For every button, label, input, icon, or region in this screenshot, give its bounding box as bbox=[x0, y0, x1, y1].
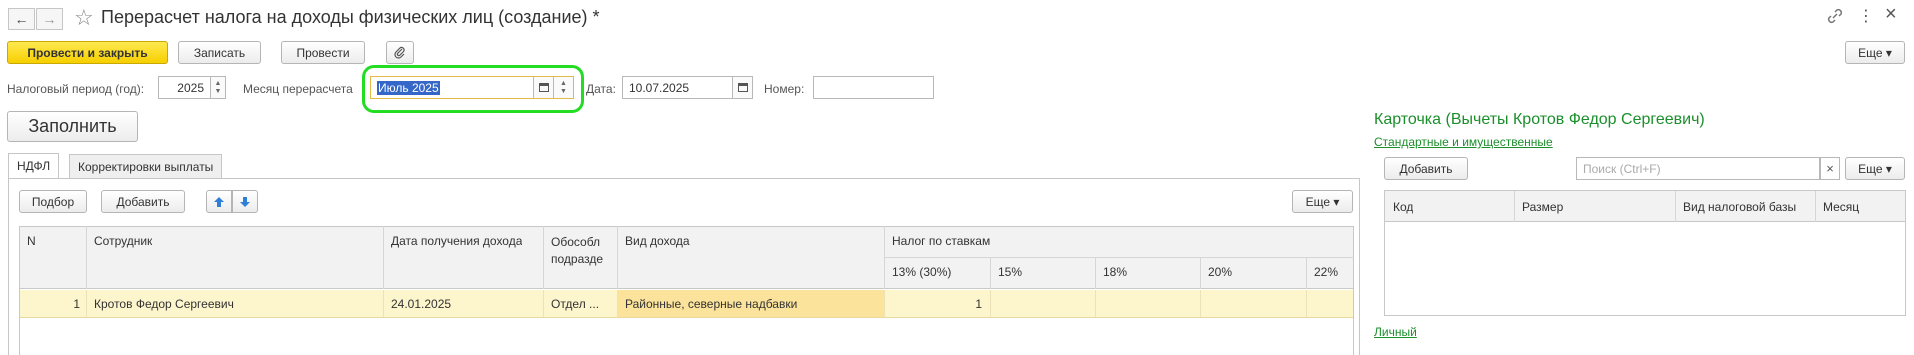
back-button[interactable]: ← bbox=[8, 8, 35, 30]
forward-arrow-icon: → bbox=[42, 11, 57, 27]
clear-icon: × bbox=[1826, 161, 1834, 176]
card-more-button[interactable]: Еще ▾ bbox=[1845, 157, 1905, 180]
row-divider bbox=[884, 290, 885, 317]
post-button[interactable]: Провести bbox=[281, 41, 365, 64]
tax-period-stepper[interactable]: ▲ ▼ bbox=[211, 76, 226, 99]
card-col-month[interactable]: Месяц bbox=[1823, 200, 1859, 214]
card-col-tax-base[interactable]: Вид налоговой базы bbox=[1683, 200, 1796, 214]
header-divider bbox=[1675, 191, 1676, 222]
paperclip-icon bbox=[394, 46, 405, 59]
personal-deduction-link[interactable]: Личный bbox=[1374, 325, 1417, 339]
col-header-rate-18[interactable]: 18% bbox=[1103, 265, 1127, 279]
row-divider bbox=[1306, 290, 1307, 317]
tax-period-value: 2025 bbox=[177, 80, 204, 95]
row-divider bbox=[1095, 290, 1096, 317]
attach-button[interactable] bbox=[386, 41, 414, 64]
month-stepper[interactable]: ▲ ▼ bbox=[554, 76, 574, 99]
tax-period-field[interactable]: 2025 bbox=[158, 76, 211, 99]
month-label: Месяц перерасчета bbox=[243, 82, 353, 96]
col-header-tax-by-rates: Налог по ставкам bbox=[892, 234, 991, 248]
add-row-button[interactable]: Добавить bbox=[101, 190, 185, 213]
tax-period-label: Налоговый период (год): bbox=[7, 82, 145, 96]
row-divider bbox=[543, 290, 544, 317]
row-divider bbox=[86, 290, 87, 317]
back-arrow-icon: ← bbox=[14, 11, 29, 27]
favorite-star-icon[interactable]: ☆ bbox=[74, 5, 94, 31]
header-divider bbox=[1514, 191, 1515, 222]
header-divider bbox=[1815, 191, 1816, 222]
header-divider bbox=[543, 226, 544, 289]
save-button[interactable]: Записать bbox=[178, 41, 261, 64]
chevron-down-icon: ▼ bbox=[560, 87, 567, 95]
date-field[interactable]: 10.07.2025 bbox=[622, 76, 733, 99]
col-header-rate-22[interactable]: 22% bbox=[1314, 265, 1338, 279]
month-field[interactable]: Июль 2025 bbox=[370, 76, 534, 99]
header-divider bbox=[86, 226, 87, 289]
standard-deductions-link[interactable]: Стандартные и имущественные bbox=[1374, 135, 1553, 149]
row-divider bbox=[617, 290, 618, 317]
select-button[interactable]: Подбор bbox=[19, 190, 87, 213]
card-title: Карточка (Вычеты Кротов Федор Сергеевич) bbox=[1374, 111, 1705, 128]
month-value: Июль 2025 bbox=[377, 80, 440, 95]
link-icon[interactable] bbox=[1826, 7, 1844, 25]
date-value: 10.07.2025 bbox=[629, 80, 690, 95]
cell-n: 1 bbox=[73, 297, 80, 311]
header-divider bbox=[383, 226, 384, 289]
clear-search-button[interactable]: × bbox=[1820, 157, 1840, 180]
col-header-rate-20[interactable]: 20% bbox=[1208, 265, 1232, 279]
more-button[interactable]: Еще ▾ bbox=[1845, 41, 1905, 64]
col-header-n[interactable]: N bbox=[27, 234, 36, 248]
chevron-up-icon: ▲ bbox=[560, 79, 567, 87]
cell-income-type: Районные, северные надбавки bbox=[625, 297, 798, 311]
calendar-icon bbox=[737, 83, 748, 92]
header-divider bbox=[1200, 257, 1201, 289]
col-header-division[interactable]: Обособл подразде bbox=[551, 234, 613, 268]
search-placeholder: Поиск (Ctrl+F) bbox=[1583, 161, 1661, 176]
card-col-code[interactable]: Код bbox=[1393, 200, 1413, 214]
card-add-button[interactable]: Добавить bbox=[1384, 157, 1468, 180]
tab-payment-corrections[interactable]: Корректировки выплаты bbox=[69, 154, 223, 178]
col-header-income-type[interactable]: Вид дохода bbox=[625, 234, 690, 248]
move-down-button[interactable] bbox=[232, 190, 258, 213]
header-divider bbox=[1306, 257, 1307, 289]
card-grid: Код Размер Вид налоговой базы Месяц bbox=[1384, 190, 1906, 316]
header-subdivider bbox=[884, 257, 1354, 258]
more-menu-icon[interactable]: ⋮ bbox=[1858, 6, 1874, 26]
col-header-income-date[interactable]: Дата получения дохода bbox=[391, 234, 522, 248]
cell-income-date: 24.01.2025 bbox=[391, 297, 452, 311]
table-row[interactable]: 1 Кротов Федор Сергеевич 24.01.2025 Отде… bbox=[20, 290, 1353, 318]
cell-division: Отдел ... bbox=[551, 297, 600, 311]
row-divider bbox=[990, 290, 991, 317]
col-header-employee[interactable]: Сотрудник bbox=[94, 234, 152, 248]
month-calendar-button[interactable] bbox=[534, 76, 554, 99]
number-label: Номер: bbox=[764, 82, 805, 96]
grid-more-button[interactable]: Еще ▾ bbox=[1292, 190, 1353, 213]
row-divider bbox=[1200, 290, 1201, 317]
card-col-amount[interactable]: Размер bbox=[1522, 200, 1563, 214]
col-header-rate-15[interactable]: 15% bbox=[998, 265, 1022, 279]
page-title: Перерасчет налога на доходы физических л… bbox=[101, 7, 600, 27]
col-header-rate-13[interactable]: 13% (30%) bbox=[892, 265, 951, 279]
cell-rate-13: 1 bbox=[975, 297, 982, 311]
header-divider bbox=[1095, 257, 1096, 289]
chevron-up-icon: ▲ bbox=[214, 79, 222, 87]
date-label: Дата: bbox=[586, 82, 616, 96]
forward-button[interactable]: → bbox=[36, 8, 63, 30]
number-field[interactable] bbox=[813, 76, 934, 99]
move-up-button[interactable] bbox=[206, 190, 232, 213]
chevron-down-icon: ▼ bbox=[214, 87, 222, 95]
calendar-icon bbox=[538, 83, 549, 92]
header-divider bbox=[990, 257, 991, 289]
header-divider bbox=[617, 226, 618, 289]
arrow-down-icon bbox=[240, 196, 250, 207]
close-icon[interactable]: × bbox=[1885, 3, 1897, 26]
date-calendar-button[interactable] bbox=[733, 76, 753, 99]
row-divider bbox=[383, 290, 384, 317]
fill-button[interactable]: Заполнить bbox=[7, 111, 138, 142]
post-and-close-button[interactable]: Провести и закрыть bbox=[7, 41, 168, 64]
arrow-up-icon bbox=[214, 196, 224, 207]
cell-employee: Кротов Федор Сергеевич bbox=[94, 297, 234, 311]
card-search-input[interactable]: Поиск (Ctrl+F) bbox=[1576, 157, 1820, 180]
tab-ndfl[interactable]: НДФЛ bbox=[8, 153, 60, 178]
